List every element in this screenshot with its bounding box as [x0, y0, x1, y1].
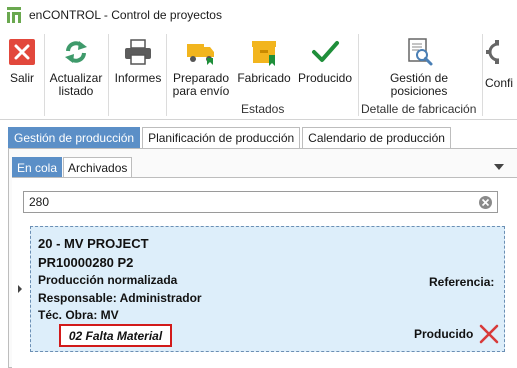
configuracion-label: Confi [485, 76, 514, 90]
informes-button[interactable]: Informes [112, 36, 164, 100]
ribbon-separator [108, 34, 109, 116]
preparado-envio-button[interactable]: Preparado para envío [170, 36, 232, 100]
sub-tab-bar: En cola Archivados [12, 157, 133, 177]
status-badge: 02 Falta Material [59, 324, 172, 347]
document-search-icon [402, 36, 436, 68]
window-title: enCONTROL - Control de proyectos [29, 8, 222, 22]
gestion-posiciones-button[interactable]: Gestión de posiciones [386, 36, 452, 100]
salir-button[interactable]: Salir [4, 36, 40, 100]
gestion-label: Gestión de posiciones [389, 71, 449, 98]
main-tab-bar: Gestión de producción Planificación de p… [8, 127, 453, 148]
project-title: 20 - MV PROJECT [38, 236, 149, 251]
close-icon [5, 36, 39, 68]
app-logo-icon [7, 7, 21, 23]
gear-icon [485, 36, 505, 68]
ribbon-separator [358, 34, 359, 116]
fabricado-label: Fabricado [237, 71, 291, 85]
search-field [23, 191, 498, 213]
responsable-text: Responsable: Administrador [38, 291, 202, 305]
estados-group-label: Estados [241, 102, 285, 116]
tab-archivados[interactable]: Archivados [63, 157, 133, 177]
checkmark-icon [308, 36, 342, 68]
producido-ribbon-label: Producido [297, 71, 353, 85]
box-icon [247, 36, 281, 68]
project-card[interactable]: 20 - MV PROJECT PR10000280 P2 Producción… [30, 226, 505, 352]
row-indicator-icon [18, 285, 22, 293]
clear-search-icon[interactable] [479, 196, 492, 209]
ribbon-toolbar: Salir Actualizar listado Informes Prepar… [0, 30, 517, 120]
ribbon-separator [44, 34, 45, 116]
fabricado-button[interactable]: Fabricado [235, 36, 293, 100]
configuracion-button[interactable]: Confi [485, 36, 517, 100]
actualizar-label: Actualizar listado [49, 71, 103, 98]
ribbon-separator [166, 34, 167, 116]
informes-label: Informes [114, 71, 162, 85]
ribbon-separator [482, 34, 483, 116]
refresh-icon [59, 36, 93, 68]
tab-planificacion-produccion[interactable]: Planificación de producción [142, 127, 301, 148]
status-text: 02 Falta Material [68, 328, 163, 343]
delivery-truck-icon [184, 36, 218, 68]
remove-state-icon[interactable] [479, 324, 499, 344]
tab-en-cola[interactable]: En cola [12, 157, 63, 177]
preparado-label: Preparado para envío [172, 71, 230, 98]
title-bar: enCONTROL - Control de proyectos [0, 0, 517, 30]
production-type: Producción normalizada [38, 273, 178, 287]
printer-icon [121, 36, 155, 68]
chevron-down-icon[interactable] [494, 164, 504, 170]
search-input[interactable] [29, 195, 459, 209]
referencia-label: Referencia: [429, 275, 495, 289]
salir-label: Salir [9, 71, 34, 85]
producido-button[interactable]: Producido [295, 36, 355, 100]
tab-gestion-produccion[interactable]: Gestión de producción [8, 127, 141, 148]
tec-obra-text: Téc. Obra: MV [38, 308, 119, 322]
detalle-fabricacion-group-label: Detalle de fabricación [361, 102, 477, 116]
state-label: Producido [414, 327, 474, 341]
actualizar-listado-button[interactable]: Actualizar listado [46, 36, 106, 100]
tab-calendario-produccion[interactable]: Calendario de producción [302, 127, 451, 148]
project-code: PR10000280 P2 [38, 255, 134, 270]
